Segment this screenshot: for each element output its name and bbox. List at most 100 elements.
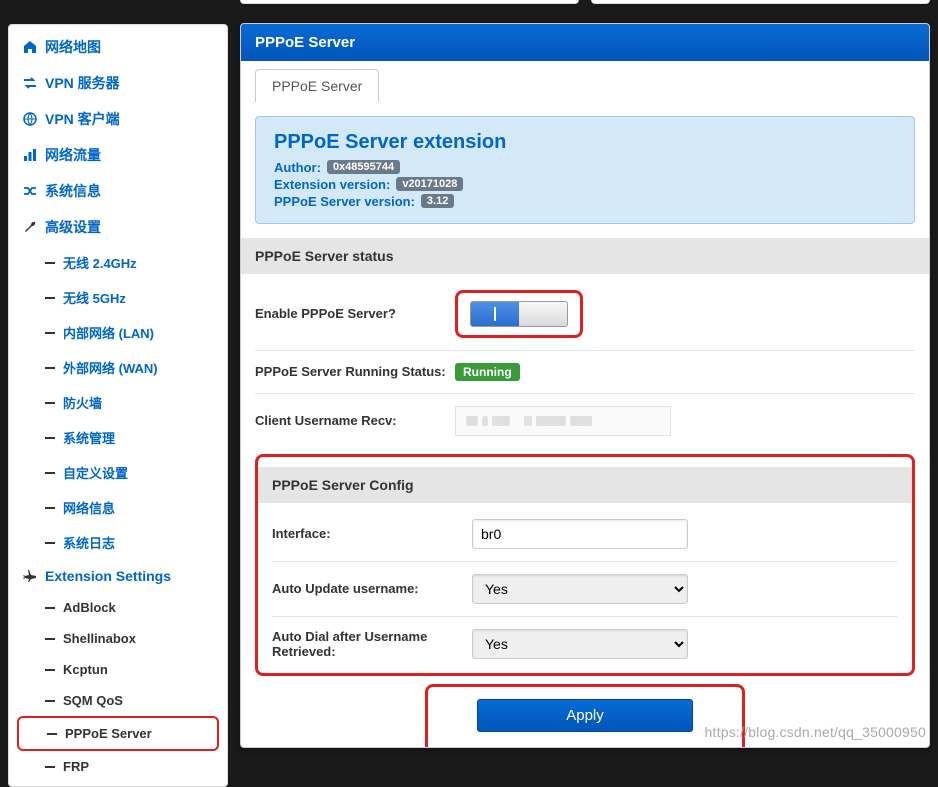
sidebar-sub-lan[interactable]: 内部网络 (LAN) (9, 315, 227, 350)
tabs: PPPoE Server (241, 61, 929, 102)
sidebar-sub-kcptun[interactable]: Kcptun (9, 654, 227, 685)
sidebar-item-label: PPPoE Server (65, 726, 152, 741)
sidebar-item-label: 网络流量 (45, 145, 101, 165)
sidebar-item-label: 网络信息 (63, 498, 115, 517)
client-username-value (455, 406, 671, 436)
shuffle-icon (23, 184, 37, 198)
interface-input[interactable] (472, 519, 688, 549)
section-config-head: PPPoE Server Config (258, 467, 912, 503)
sidebar-sub-wireless24[interactable]: 无线 2.4GHz (9, 245, 227, 280)
highlight-enable (455, 290, 583, 338)
running-label: PPPoE Server Running Status: (255, 364, 455, 379)
sidebar-item-network-map[interactable]: 网络地图 (9, 29, 227, 65)
row-auto-dial: Auto Dial after Username Retrieved: Yes (272, 616, 898, 663)
info-ext-version: Extension version: v20171028 (274, 177, 896, 192)
sidebar-sub-frp[interactable]: FRP (9, 751, 227, 782)
sidebar-item-vpn-server[interactable]: VPN 服务器 (9, 65, 227, 101)
main-column: PPPoE Server PPPoE Server PPPoE Server e… (240, 0, 930, 748)
sidebar-item-label: Shellinabox (63, 631, 136, 646)
sidebar-sub-pppoe-server[interactable]: PPPoE Server (17, 716, 219, 751)
sidebar-item-label: 无线 2.4GHz (63, 253, 137, 272)
info-server-version: PPPoE Server version: 3.12 (274, 194, 896, 209)
info-heading: PPPoE Server extension (274, 131, 896, 154)
sidebar-item-advanced[interactable]: 高级设置 (9, 209, 227, 245)
author-badge: 0x48595744 (327, 160, 400, 174)
info-srv-label: PPPoE Server version: (274, 194, 415, 209)
top-card (591, 0, 930, 4)
autodial-select[interactable]: Yes (472, 629, 688, 659)
sidebar-item-label: Kcptun (63, 662, 108, 677)
dash-icon (45, 262, 55, 264)
dash-icon (47, 733, 57, 735)
interface-label: Interface: (272, 526, 472, 541)
sidebar-item-label: 系统日志 (63, 533, 115, 552)
sidebar-item-label: SQM QoS (63, 693, 123, 708)
sidebar-item-label: 防火墙 (63, 393, 102, 412)
sidebar-sub-syslog[interactable]: 系统日志 (9, 525, 227, 560)
airplane-icon (23, 569, 37, 583)
dash-icon (45, 367, 55, 369)
sidebar-item-extension-settings[interactable]: Extension Settings (9, 560, 227, 592)
sidebar-item-label: VPN 客户端 (45, 109, 120, 129)
apply-button[interactable]: Apply (477, 699, 693, 732)
sidebar-item-label: AdBlock (63, 600, 116, 615)
dash-icon (45, 402, 55, 404)
sidebar-item-label: 外部网络 (WAN) (63, 358, 158, 377)
dash-icon (45, 472, 55, 474)
server-version-badge: 3.12 (421, 194, 454, 208)
info-card: PPPoE Server extension Author: 0x4859574… (255, 116, 915, 224)
wrench-icon (23, 220, 37, 234)
sidebar-item-label: 高级设置 (45, 217, 101, 237)
sidebar-item-label: 网络地图 (45, 37, 101, 57)
sidebar-item-label: VPN 服务器 (45, 73, 120, 93)
section-status-head: PPPoE Server status (241, 238, 929, 274)
sidebar-sub-firewall[interactable]: 防火墙 (9, 385, 227, 420)
row-running-status: PPPoE Server Running Status: Running (255, 350, 915, 393)
dash-icon (45, 507, 55, 509)
sidebar-item-label: 无线 5GHz (63, 288, 126, 307)
dash-icon (45, 437, 55, 439)
enable-label: Enable PPPoE Server? (255, 306, 455, 321)
home-icon (23, 40, 37, 54)
ext-version-badge: v20171028 (396, 177, 463, 191)
running-status-badge: Running (455, 363, 520, 381)
dash-icon (45, 638, 55, 640)
sidebar-item-label: 自定义设置 (63, 463, 128, 482)
toggle-off-icon (519, 302, 567, 326)
highlight-config: PPPoE Server Config Interface: Auto Upda… (255, 454, 915, 676)
dash-icon (45, 766, 55, 768)
info-ext-label: Extension version: (274, 177, 390, 192)
sidebar-sub-sysadmin[interactable]: 系统管理 (9, 420, 227, 455)
autodial-label: Auto Dial after Username Retrieved: (272, 629, 472, 659)
dash-icon (45, 332, 55, 334)
sidebar-sub-netinfo[interactable]: 网络信息 (9, 490, 227, 525)
info-author: Author: 0x48595744 (274, 160, 896, 175)
dash-icon (45, 542, 55, 544)
sidebar-item-traffic[interactable]: 网络流量 (9, 137, 227, 173)
enable-toggle[interactable] (470, 301, 568, 327)
dash-icon (45, 700, 55, 702)
sidebar-item-label: 系统信息 (45, 181, 101, 201)
sidebar-sub-wireless5[interactable]: 无线 5GHz (9, 280, 227, 315)
sidebar: 网络地图 VPN 服务器 VPN 客户端 网络流量 系统信息 高级设置 无线 2… (8, 24, 228, 787)
sidebar-item-vpn-client[interactable]: VPN 客户端 (9, 101, 227, 137)
sidebar-item-label: 系统管理 (63, 428, 115, 447)
sidebar-sub-custom[interactable]: 自定义设置 (9, 455, 227, 490)
autoupdate-select[interactable]: Yes (472, 574, 688, 604)
bars-icon (23, 148, 37, 162)
highlight-apply: Apply (425, 684, 745, 748)
sidebar-sub-shellinabox[interactable]: Shellinabox (9, 623, 227, 654)
sidebar-item-label: FRP (63, 759, 89, 774)
client-label: Client Username Recv: (255, 413, 455, 428)
watermark: https://blog.csdn.net/qq_35000950 (705, 724, 926, 740)
panel-content: PPPoE Server extension Author: 0x4859574… (241, 102, 929, 748)
sidebar-sub-adblock[interactable]: AdBlock (9, 592, 227, 623)
top-card (240, 0, 579, 4)
sidebar-sub-wan[interactable]: 外部网络 (WAN) (9, 350, 227, 385)
row-auto-update: Auto Update username: Yes (272, 561, 898, 616)
sidebar-item-system-info[interactable]: 系统信息 (9, 173, 227, 209)
tab-pppoe-server[interactable]: PPPoE Server (255, 69, 379, 102)
dash-icon (45, 669, 55, 671)
sidebar-sub-sqmqos[interactable]: SQM QoS (9, 685, 227, 716)
swap-icon (23, 76, 37, 90)
